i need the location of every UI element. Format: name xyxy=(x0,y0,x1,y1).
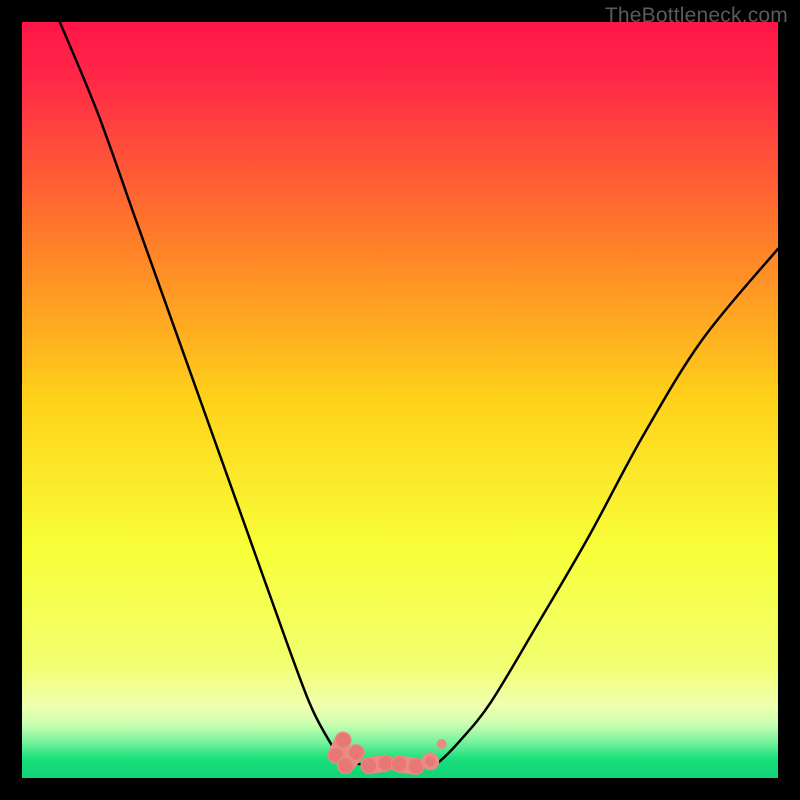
watermark-text: TheBottleneck.com xyxy=(605,4,788,28)
plot-area xyxy=(22,22,778,778)
marker-4 xyxy=(421,752,439,770)
marker-5 xyxy=(437,739,447,749)
plot-svg xyxy=(22,22,778,778)
outer-frame: TheBottleneck.com xyxy=(0,0,800,800)
